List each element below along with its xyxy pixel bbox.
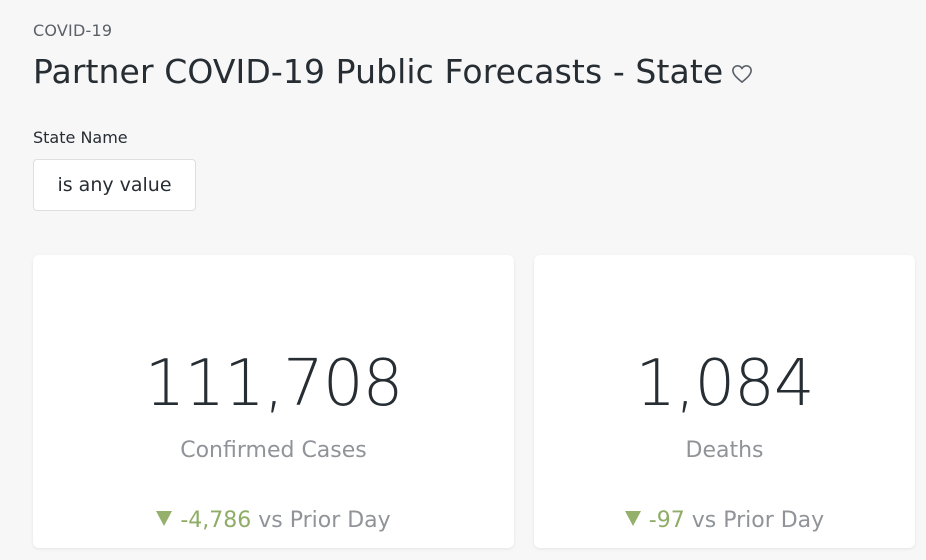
breadcrumb[interactable]: COVID-19	[33, 21, 112, 40]
filter-label-state-name: State Name	[33, 128, 128, 147]
title-row: Partner COVID-19 Public Forecasts - Stat…	[33, 52, 753, 91]
confirmed-cases-value: 111,708	[144, 347, 404, 421]
confirmed-cases-tile[interactable]: 111,708 Confirmed Cases -4,786 vs Prior …	[33, 255, 514, 548]
confirmed-cases-label: Confirmed Cases	[180, 438, 367, 463]
deaths-label: Deaths	[685, 438, 764, 463]
deaths-delta-suffix: vs Prior Day	[684, 508, 825, 533]
confirmed-cases-delta-suffix: vs Prior Day	[251, 508, 391, 533]
down-triangle-icon	[156, 511, 173, 526]
deaths-tile[interactable]: 1,084 Deaths -97 vs Prior Day	[534, 255, 915, 548]
state-name-filter-button[interactable]: is any value	[33, 159, 196, 211]
confirmed-cases-comparison: -4,786 vs Prior Day	[33, 508, 514, 533]
deaths-value: 1,084	[635, 347, 814, 421]
deaths-comparison: -97 vs Prior Day	[534, 508, 915, 533]
page-title: Partner COVID-19 Public Forecasts - Stat…	[33, 52, 724, 91]
heart-icon[interactable]	[731, 64, 753, 84]
deaths-delta: -97	[648, 508, 685, 533]
confirmed-cases-delta: -4,786	[180, 508, 252, 533]
down-triangle-icon	[624, 511, 641, 526]
